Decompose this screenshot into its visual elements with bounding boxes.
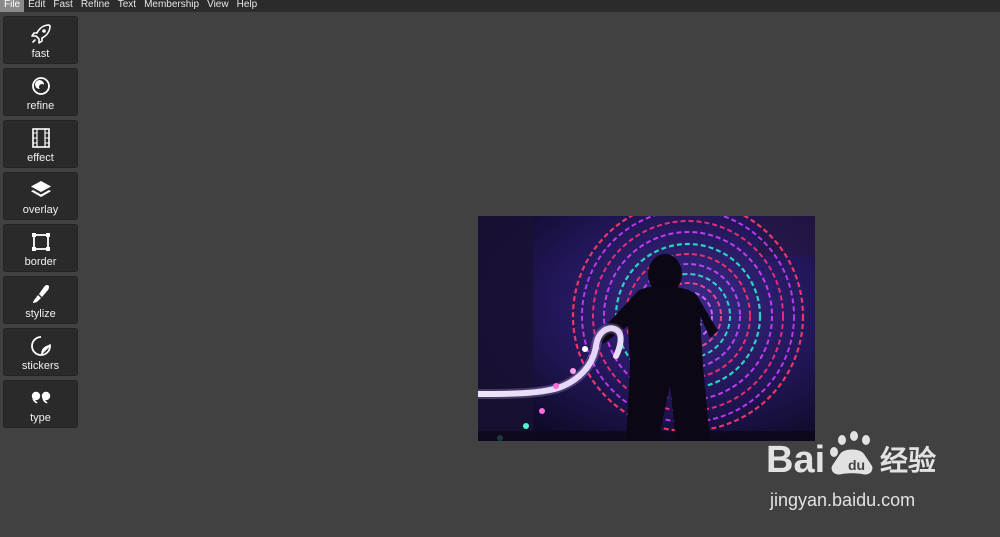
tool-refine-button[interactable]: refine	[3, 68, 78, 116]
menu-refine[interactable]: Refine	[77, 0, 114, 12]
layers-icon	[30, 179, 52, 201]
canvas-photo[interactable]	[478, 216, 815, 441]
tool-stylize-label: stylize	[25, 308, 56, 320]
tool-overlay-button[interactable]: overlay	[3, 172, 78, 220]
watermark-url: jingyan.baidu.com	[770, 490, 916, 510]
tool-fast-label: fast	[31, 48, 50, 60]
baidu-logo: Bai du 经验	[766, 431, 936, 481]
tool-type-button[interactable]: type	[3, 380, 78, 428]
sticker-icon	[30, 335, 52, 357]
refine-icon	[30, 75, 52, 97]
tool-refine-label: refine	[26, 100, 55, 112]
tool-stickers-button[interactable]: stickers	[3, 328, 78, 376]
svg-text:经验: 经验	[880, 444, 936, 477]
menu-fast[interactable]: Fast	[49, 0, 76, 12]
tool-border-label: border	[24, 256, 57, 268]
menu-help[interactable]: Help	[233, 0, 262, 12]
tool-sidebar: fast refine effect overlay border styliz…	[3, 16, 79, 432]
svg-text:Bai: Bai	[766, 439, 825, 481]
menu-membership[interactable]: Membership	[140, 0, 203, 12]
light-painting-image	[478, 216, 815, 441]
menu-file[interactable]: File	[0, 0, 25, 12]
baidu-watermark: Bai du 经验 jingyan.baidu.com	[764, 430, 954, 520]
menu-view[interactable]: View	[203, 0, 233, 12]
tool-fast-button[interactable]: fast	[3, 16, 78, 64]
tool-effect-button[interactable]: effect	[3, 120, 78, 168]
tool-overlay-label: overlay	[22, 204, 59, 216]
tool-stylize-button[interactable]: stylize	[3, 276, 78, 324]
tool-border-button[interactable]: border	[3, 224, 78, 272]
menu-text[interactable]: Text	[114, 0, 140, 12]
menu-edit[interactable]: Edit	[24, 0, 49, 12]
svg-text:du: du	[848, 457, 865, 473]
quote-icon	[30, 387, 52, 409]
tool-effect-label: effect	[27, 152, 54, 164]
film-icon	[30, 127, 52, 149]
border-icon	[30, 231, 52, 253]
menu-bar: File Edit Fast Refine Text Membership Vi…	[0, 0, 1000, 12]
tool-stickers-label: stickers	[21, 360, 60, 372]
brush-icon	[30, 283, 52, 305]
tool-type-label: type	[30, 412, 51, 424]
rocket-icon	[30, 23, 52, 45]
